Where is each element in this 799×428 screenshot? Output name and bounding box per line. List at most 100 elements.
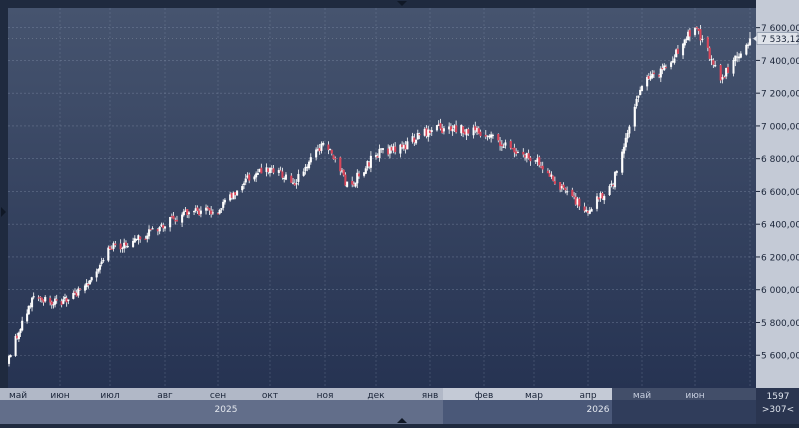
candle[interactable] bbox=[708, 46, 711, 62]
candle-body-down bbox=[538, 157, 541, 166]
price-chart[interactable]: 5 600,00 5 800,00 6 000,00 6 200,00 6 400,00… bbox=[0, 0, 799, 424]
candle-body-down bbox=[376, 156, 379, 158]
candle-body-up bbox=[340, 170, 344, 172]
candle-body-down bbox=[499, 141, 502, 146]
candle[interactable] bbox=[236, 190, 239, 196]
candle-body-up bbox=[295, 183, 298, 185]
candle[interactable] bbox=[640, 85, 644, 92]
candle-body-down bbox=[712, 60, 715, 65]
candle-body-up bbox=[151, 228, 154, 230]
candle-body-up bbox=[356, 172, 359, 184]
candle-body-up bbox=[392, 146, 395, 151]
candle-body-down bbox=[463, 131, 466, 135]
candle-body-up bbox=[309, 157, 312, 163]
candle-body-up bbox=[146, 235, 149, 239]
candle[interactable] bbox=[332, 154, 335, 160]
candle-body-up bbox=[453, 125, 456, 129]
candle-body-up bbox=[673, 58, 676, 63]
candle[interactable] bbox=[675, 48, 678, 58]
candle-body-down bbox=[676, 48, 679, 54]
candle-body-up bbox=[411, 136, 414, 142]
candle-body-up bbox=[603, 196, 606, 201]
candle-body-down bbox=[529, 157, 532, 162]
candle-body-down bbox=[583, 206, 586, 211]
shift-label[interactable]: >307< bbox=[762, 405, 794, 415]
candle-body-down bbox=[119, 243, 122, 250]
candle[interactable] bbox=[346, 181, 349, 188]
candle-body-up bbox=[374, 155, 378, 158]
candle-body-down bbox=[351, 180, 354, 185]
candle-body-up bbox=[256, 172, 259, 175]
candle-body-down bbox=[562, 184, 565, 188]
candle-body-down bbox=[50, 301, 53, 305]
candle-body-down bbox=[661, 67, 664, 70]
candle-body-down bbox=[497, 134, 500, 141]
candle-body-up bbox=[490, 134, 493, 138]
candle-body-down bbox=[571, 189, 574, 197]
candle-body-up bbox=[566, 191, 569, 193]
candle-body-up bbox=[739, 53, 742, 58]
candle[interactable] bbox=[552, 175, 555, 182]
candle-body-up bbox=[62, 299, 65, 304]
candle-body-up bbox=[77, 288, 80, 296]
candle-body-up bbox=[560, 186, 563, 189]
candle[interactable] bbox=[621, 149, 624, 175]
candle[interactable] bbox=[27, 305, 30, 315]
candle-body-up bbox=[363, 172, 366, 176]
candlestick-chart[interactable]: 5 600,00 5 800,00 6 000,00 6 200,00 6 400,00… bbox=[0, 0, 799, 424]
x-tick-label: апр bbox=[579, 391, 596, 401]
candle-body-down bbox=[206, 207, 209, 209]
y-tick-label: 6 800,00 bbox=[761, 155, 799, 165]
candle-body-down bbox=[332, 154, 335, 159]
y-tick-label: 7 400,00 bbox=[761, 57, 799, 67]
candle-body-down bbox=[546, 170, 549, 174]
candle-body-up bbox=[536, 158, 539, 162]
candle-body-down bbox=[272, 168, 275, 173]
candle-body-up bbox=[126, 246, 129, 248]
candle[interactable] bbox=[719, 63, 722, 84]
candle-body-down bbox=[511, 148, 514, 150]
plot-area[interactable] bbox=[8, 8, 756, 388]
candle-body-up bbox=[588, 210, 591, 214]
candle-body-up bbox=[624, 137, 627, 148]
candle-body-up bbox=[610, 183, 613, 186]
candle-body-down bbox=[139, 236, 142, 240]
candle-body-up bbox=[621, 151, 624, 173]
candle-body-down bbox=[449, 126, 452, 131]
candle-body-up bbox=[169, 216, 172, 228]
candle-body-down bbox=[124, 242, 128, 246]
candle-body-up bbox=[232, 192, 235, 200]
candle-body-up bbox=[622, 146, 626, 154]
candle[interactable] bbox=[232, 191, 235, 200]
candle-body-down bbox=[726, 67, 730, 73]
candle-body-down bbox=[342, 169, 345, 176]
candle-body-down bbox=[352, 184, 355, 186]
candle-body-down bbox=[357, 173, 361, 177]
candle-body-up bbox=[671, 61, 674, 63]
candle-body-down bbox=[553, 181, 556, 184]
x-tick-label: окт bbox=[262, 391, 278, 401]
candle-body-up bbox=[442, 128, 445, 132]
candle-body-down bbox=[539, 166, 543, 168]
candle-body-up bbox=[102, 260, 105, 262]
candle-body-up bbox=[381, 148, 385, 150]
candle-body-up bbox=[734, 55, 737, 62]
candle-body-down bbox=[418, 134, 421, 136]
candle-body-up bbox=[14, 336, 17, 356]
candle[interactable] bbox=[613, 171, 617, 190]
candle-body-down bbox=[110, 248, 113, 250]
candle-body-down bbox=[578, 198, 581, 207]
candle-body-up bbox=[132, 241, 135, 247]
candle[interactable] bbox=[732, 57, 735, 77]
candle-body-down bbox=[467, 129, 470, 134]
candle[interactable] bbox=[258, 168, 261, 173]
candle-body-down bbox=[647, 75, 650, 79]
candle-body-down bbox=[695, 27, 698, 29]
candle[interactable] bbox=[745, 43, 748, 56]
candle-body-up bbox=[525, 153, 528, 159]
candle-body-up bbox=[437, 124, 440, 126]
candle-body-up bbox=[223, 199, 226, 203]
candle-body-down bbox=[652, 72, 656, 75]
candle-body-up bbox=[90, 277, 93, 281]
candle[interactable] bbox=[511, 148, 514, 150]
